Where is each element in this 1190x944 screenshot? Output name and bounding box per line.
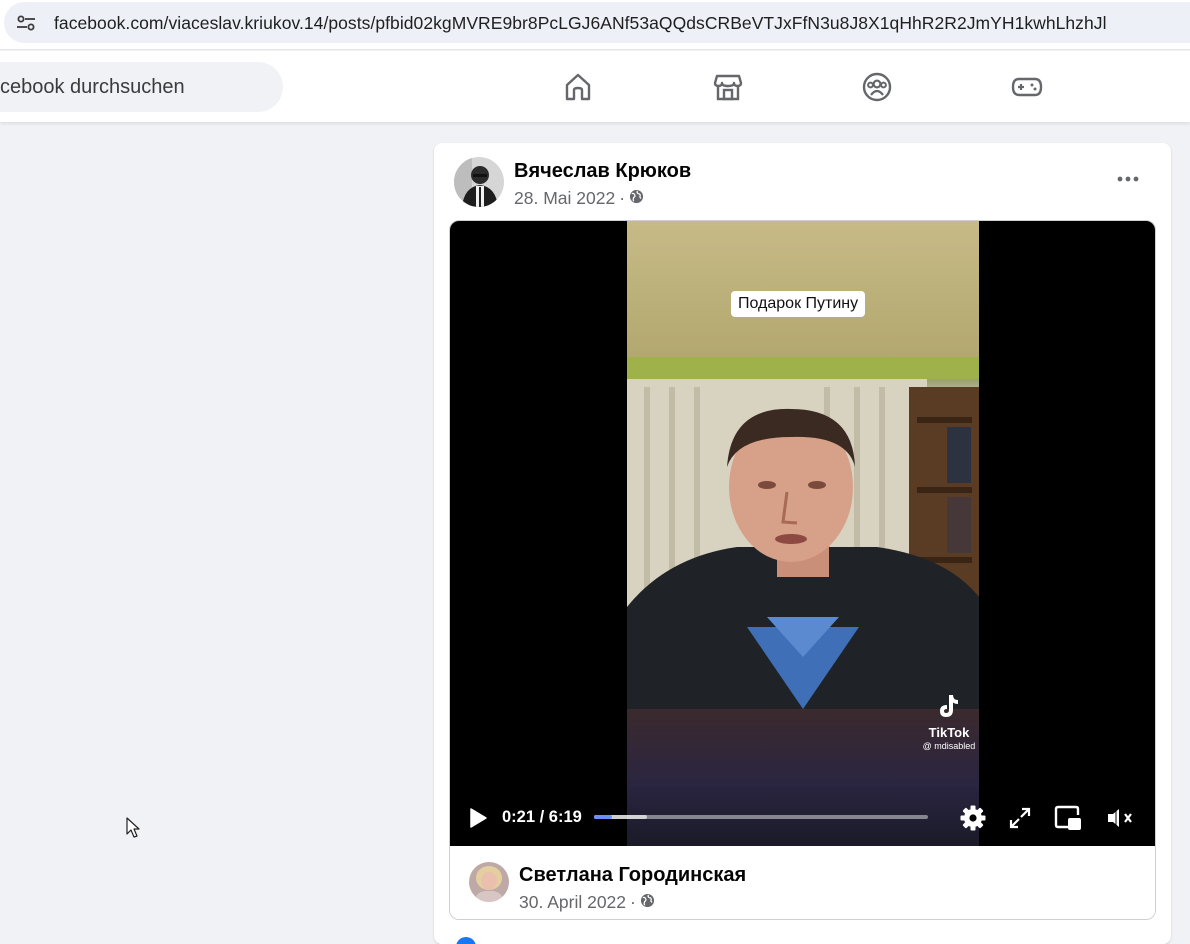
meta-separator: · (619, 188, 626, 208)
gaming-icon[interactable] (1007, 67, 1047, 107)
globe-icon (629, 188, 644, 209)
browser-address-bar: facebook.com/viaceslav.kriukov.14/posts/… (0, 0, 1190, 50)
shared-author-name[interactable]: Светлана Городинская (519, 864, 746, 887)
video-caption: Подарок Путину (731, 291, 866, 317)
fullscreen-icon[interactable] (1006, 804, 1034, 832)
settings-icon[interactable] (958, 803, 988, 833)
tiktok-brand: TikTok (928, 725, 970, 740)
tiktok-handle: @ mdisabled (922, 741, 976, 751)
muted-volume-icon[interactable] (1104, 804, 1138, 832)
shared-author-avatar[interactable] (469, 862, 509, 902)
play-icon[interactable] (464, 804, 492, 832)
url-text[interactable]: facebook.com/viaceslav.kriukov.14/posts/… (54, 13, 1107, 34)
meta-separator: · (630, 892, 636, 912)
post-meta: 28. Mai 2022 · (514, 188, 644, 209)
like-reaction-icon[interactable] (456, 937, 476, 944)
post-date[interactable]: 28. Mai 2022 (514, 188, 615, 209)
marketplace-icon[interactable] (708, 67, 748, 107)
video-progress-bar[interactable] (594, 815, 928, 819)
facebook-header: cebook durchsuchen (0, 51, 1190, 122)
home-icon[interactable] (558, 67, 598, 107)
post-card: Вячеслав Крюков 28. Mai 2022 · Подарок П… (434, 143, 1171, 944)
video-time: 0:21 / 6:19 (502, 808, 582, 826)
globe-icon (640, 892, 655, 913)
mouse-cursor-icon (126, 817, 142, 844)
post-options-button[interactable] (1110, 163, 1146, 195)
video-frame: Подарок Путину TikTok @ mdisabled (627, 221, 979, 846)
video-scene (627, 357, 979, 709)
video-player[interactable]: Подарок Путину TikTok @ mdisabled 0:21 /… (450, 221, 1155, 846)
post-author-name[interactable]: Вячеслав Крюков (514, 160, 691, 183)
search-placeholder: cebook durchsuchen (0, 76, 185, 98)
picture-in-picture-icon[interactable] (1052, 803, 1084, 833)
video-caption-area: Подарок Путину (627, 221, 979, 357)
groups-icon[interactable] (857, 67, 897, 107)
tiktok-watermark: TikTok @ mdisabled (919, 693, 979, 751)
site-info-icon[interactable] (14, 12, 38, 34)
shared-post: Подарок Путину TikTok @ mdisabled 0:21 /… (449, 220, 1156, 920)
search-input[interactable]: cebook durchsuchen (0, 62, 283, 112)
shared-post-date[interactable]: 30. April 2022 (519, 892, 626, 913)
video-progress-fill (594, 815, 613, 819)
tiktok-icon (940, 695, 958, 717)
shared-post-meta: 30. April 2022 · (519, 892, 655, 913)
url-field[interactable]: facebook.com/viaceslav.kriukov.14/posts/… (4, 2, 1190, 43)
shared-post-header: Светлана Городинская 30. April 2022 · (450, 846, 1155, 919)
author-avatar[interactable] (454, 157, 504, 207)
video-controls: 0:21 / 6:19 (450, 793, 1155, 843)
more-icon (1117, 176, 1139, 182)
